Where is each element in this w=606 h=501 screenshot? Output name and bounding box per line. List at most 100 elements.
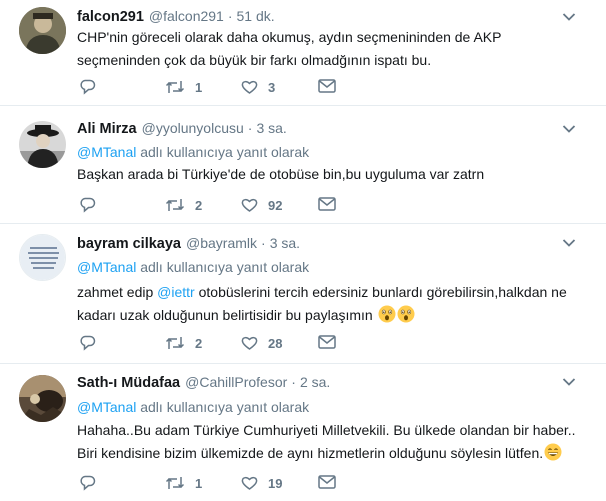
tweet-text: Hahaha..Bu adam Türkiye Cumhuriyeti Mill… [77,419,587,465]
user-name[interactable]: falcon291 [77,9,144,25]
direct-message-icon [318,197,336,211]
avatar-image [19,7,66,54]
retweet-icon [165,81,185,93]
timestamp[interactable]: 3 sa. [256,120,286,136]
separator: · [261,235,266,251]
separator: · [247,120,253,136]
tweet-feed: falcon291 @falcon291 · 51 dk. CHP'nin gö… [0,0,606,501]
tweet[interactable]: bayram cilkaya @bayramlk · 3 sa. @MTanal… [0,224,606,364]
tweet-text-line: Hahaha..Bu adam Türkiye Cumhuriyeti Mill… [77,422,576,438]
like-count: 3 [268,79,276,95]
tweet-header: Ali Mirza @yyolunyolcusu · 3 sa. [77,120,287,137]
reply-button[interactable] [79,335,96,351]
like-icon [241,80,258,94]
timestamp[interactable]: 51 dk. [237,8,275,24]
chevron-down-icon[interactable] [562,124,576,134]
avatar[interactable] [19,375,66,422]
like-count: 92 [268,197,283,213]
like-button[interactable]: 92 [241,197,282,213]
retweet-button[interactable]: 1 [165,475,202,491]
tweet-text: zahmet edip @iettr otobüslerini tercih e… [77,281,577,327]
tweet-actions: 1 19 [77,475,347,495]
tweet-actions: 2 28 [77,335,347,355]
reply-context-label: adlı kullanıcıya yanıt olarak [140,144,310,160]
tweet-text-line: Biri kendisine bizim ülkemizde de aynı h… [77,442,587,465]
retweet-icon [165,477,185,489]
avatar[interactable] [19,234,66,281]
reply-icon [80,335,96,351]
avatar-image [19,121,66,168]
reply-mention-link[interactable]: @MTanal [77,144,136,160]
tweet[interactable]: Sath-ı Müdafaa @CahillProfesor · 2 sa. @… [0,364,606,501]
tweet-mention-link[interactable]: @iettr [157,284,195,300]
user-handle[interactable]: @bayramlk [186,235,257,251]
tweet[interactable]: Ali Mirza @yyolunyolcusu · 3 sa. @MTanal… [0,106,606,224]
user-name[interactable]: Sath-ı Müdafaa [77,375,180,391]
reply-button[interactable] [79,79,96,95]
astonished-face-emoji-icon [397,305,415,323]
tweet-text: Başkan arada bi Türkiye'de de otobüse bi… [77,166,485,182]
tweet[interactable]: falcon291 @falcon291 · 51 dk. CHP'nin gö… [0,0,606,106]
direct-message-icon [318,335,336,349]
user-name[interactable]: Ali Mirza [77,121,137,137]
timestamp[interactable]: 3 sa. [270,235,300,251]
retweet-button[interactable]: 1 [165,79,202,95]
chevron-down-icon[interactable] [562,12,576,22]
like-icon [241,336,258,350]
separator: · [227,8,233,24]
like-icon [241,198,258,212]
direct-message-icon [318,79,336,93]
user-handle[interactable]: @CahillProfesor [185,374,287,390]
user-name[interactable]: bayram cilkaya [77,236,181,252]
avatar-image [20,235,65,280]
reply-icon [80,197,96,213]
reply-mention-link[interactable]: @MTanal [77,399,136,415]
like-count: 19 [268,475,283,491]
tweet-text-part: zahmet edip [77,284,154,300]
like-button[interactable]: 28 [241,335,282,351]
reply-button[interactable] [79,475,96,491]
reply-context-label: adlı kullanıcıya yanıt olarak [140,399,310,415]
user-handle[interactable]: @falcon291 [149,8,224,24]
reply-mention-link[interactable]: @MTanal [77,259,136,275]
chevron-down-icon[interactable] [562,377,576,387]
tweet-text: CHP'nin göreceli olarak daha okumuş, ayd… [77,29,502,68]
tweet-text-part: Biri kendisine bizim ülkemizde de aynı h… [77,445,544,461]
tweet-header: Sath-ı Müdafaa @CahillProfesor · 2 sa. [77,374,330,391]
tweet-actions: 2 92 [77,197,347,217]
avatar[interactable] [19,7,66,54]
like-button[interactable]: 19 [241,475,282,491]
grinning-face-emoji-icon [544,443,562,461]
reply-icon [80,79,96,95]
separator: · [291,374,296,390]
tweet-actions: 1 3 [77,79,347,99]
reply-context: @MTanal adlı kullanıcıya yanıt olarak [77,144,309,160]
retweet-count: 1 [195,475,203,491]
retweet-count: 2 [195,335,203,351]
reply-context: @MTanal adlı kullanıcıya yanıt olarak [77,399,309,415]
user-handle[interactable]: @yyolunyolcusu [142,120,244,136]
reply-context: @MTanal adlı kullanıcıya yanıt olarak [77,259,309,275]
retweet-icon [165,337,185,349]
direct-message-button[interactable] [318,335,336,349]
astonished-face-emoji-icon [378,305,396,323]
retweet-button[interactable]: 2 [165,335,202,351]
chevron-down-icon[interactable] [562,238,576,248]
direct-message-button[interactable] [318,475,336,489]
avatar-image [19,375,66,422]
reply-icon [80,475,96,491]
like-count: 28 [268,335,283,351]
like-button[interactable]: 3 [241,79,275,95]
reply-button[interactable] [79,197,96,213]
like-icon [241,476,258,490]
direct-message-button[interactable] [318,197,336,211]
retweet-count: 2 [195,197,203,213]
retweet-button[interactable]: 2 [165,197,202,213]
retweet-icon [165,199,185,211]
direct-message-button[interactable] [318,79,336,93]
tweet-header: falcon291 @falcon291 · 51 dk. [77,8,275,25]
avatar[interactable] [19,121,66,168]
timestamp[interactable]: 2 sa. [300,374,330,390]
direct-message-icon [318,475,336,489]
reply-context-label: adlı kullanıcıya yanıt olarak [140,259,310,275]
